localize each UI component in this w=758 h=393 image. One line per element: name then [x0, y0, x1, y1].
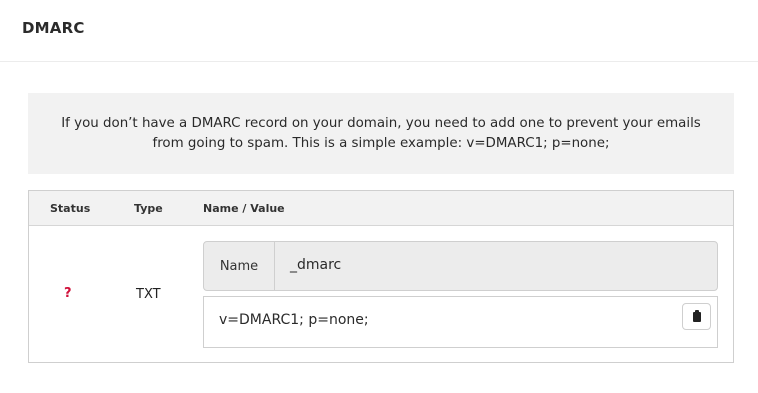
record-name-value[interactable]: _dmarc: [290, 257, 341, 273]
copy-value-button[interactable]: [682, 303, 711, 330]
record-value-field: v=DMARC1; p=none;: [203, 296, 718, 348]
status-unknown-icon: ?: [64, 286, 72, 301]
record-value[interactable]: v=DMARC1; p=none;: [219, 312, 369, 328]
name-label: Name: [204, 242, 275, 290]
column-header-type: Type: [134, 202, 163, 215]
record-name-field: Name _dmarc: [203, 241, 718, 291]
record-type: TXT: [136, 287, 161, 302]
notice-text: If you don’t have a DMARC record on your…: [61, 115, 701, 151]
page-title: DMARC: [22, 19, 85, 37]
table-header: Status Type Name / Value: [29, 191, 733, 226]
column-header-name-value: Name / Value: [203, 202, 285, 215]
clipboard-icon: [692, 309, 701, 322]
panel-header: DMARC: [0, 0, 758, 62]
dmarc-notice: If you don’t have a DMARC record on your…: [28, 93, 734, 174]
column-header-status: Status: [50, 202, 91, 215]
dns-record-table: Status Type Name / Value ? TXT Name _dma…: [28, 190, 734, 363]
